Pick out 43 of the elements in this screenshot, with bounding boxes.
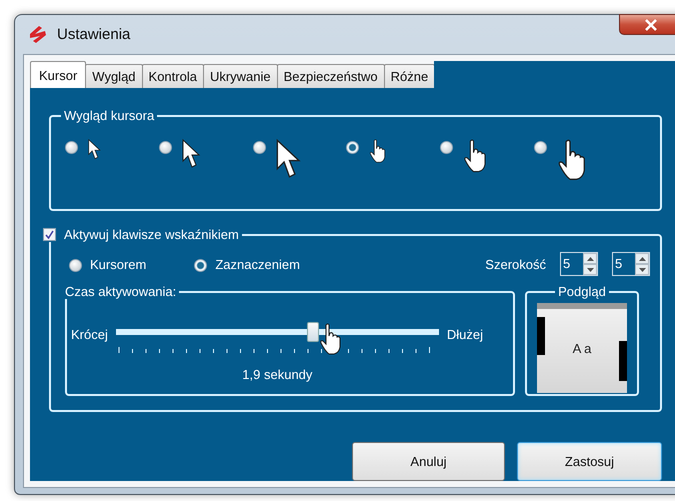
checkbox[interactable] bbox=[43, 228, 56, 241]
radio-button[interactable] bbox=[194, 258, 208, 272]
tab[interactable]: Bezpieczeństwo bbox=[276, 64, 385, 88]
min-label: Krócej bbox=[71, 326, 108, 342]
preview-bar bbox=[537, 317, 545, 355]
width-label: Szerokość bbox=[485, 256, 546, 272]
tab[interactable]: Różne bbox=[384, 64, 436, 88]
checkbox-label: Aktywuj klawisze wskaźnikiem bbox=[64, 227, 239, 242]
dialog-button[interactable]: Zastosuj bbox=[517, 442, 662, 481]
slider-thumb[interactable] bbox=[306, 322, 319, 342]
tab[interactable]: Wygląd bbox=[85, 64, 143, 88]
group-title: Podgląd bbox=[557, 284, 607, 299]
close-button[interactable] bbox=[619, 14, 675, 35]
preview-text: A a bbox=[572, 340, 592, 356]
number-spinner[interactable]: 5 bbox=[612, 252, 650, 276]
hand-cursor-icon bbox=[463, 139, 488, 173]
group-title: Czas aktywowania: bbox=[65, 284, 178, 299]
radio-button[interactable] bbox=[69, 258, 82, 272]
dialog-button[interactable]: Anuluj bbox=[352, 442, 505, 481]
window-title: Ustawienia bbox=[57, 26, 130, 43]
radio-button[interactable] bbox=[440, 141, 454, 154]
time-reading: 1,9 sekundy bbox=[241, 367, 314, 382]
tab[interactable]: Kontrola bbox=[142, 64, 204, 88]
radio-button[interactable] bbox=[158, 141, 172, 154]
radio-button[interactable] bbox=[65, 141, 78, 154]
radio-button[interactable] bbox=[534, 141, 547, 154]
preview-bar bbox=[619, 341, 627, 381]
hand-cursor-icon bbox=[369, 139, 388, 163]
number-spinner[interactable]: 5 bbox=[560, 252, 598, 276]
radio-button[interactable] bbox=[252, 141, 266, 154]
arrow-cursor-icon bbox=[88, 139, 102, 160]
radio-button[interactable] bbox=[346, 141, 360, 154]
hand-cursor-icon bbox=[319, 323, 343, 355]
tab[interactable]: Ukrywanie bbox=[202, 64, 278, 88]
app-logo-icon bbox=[27, 24, 49, 44]
arrow-cursor-icon bbox=[276, 139, 303, 180]
arrow-cursor-icon bbox=[182, 139, 202, 169]
radio-label: Kursorem bbox=[90, 256, 146, 272]
tab[interactable]: Kursor bbox=[30, 61, 86, 88]
max-label: Dłużej bbox=[446, 326, 483, 342]
close-icon bbox=[644, 18, 658, 30]
radio-label: Zaznaczeniem bbox=[215, 256, 300, 272]
group-title: Wygląd kursora bbox=[63, 108, 156, 123]
